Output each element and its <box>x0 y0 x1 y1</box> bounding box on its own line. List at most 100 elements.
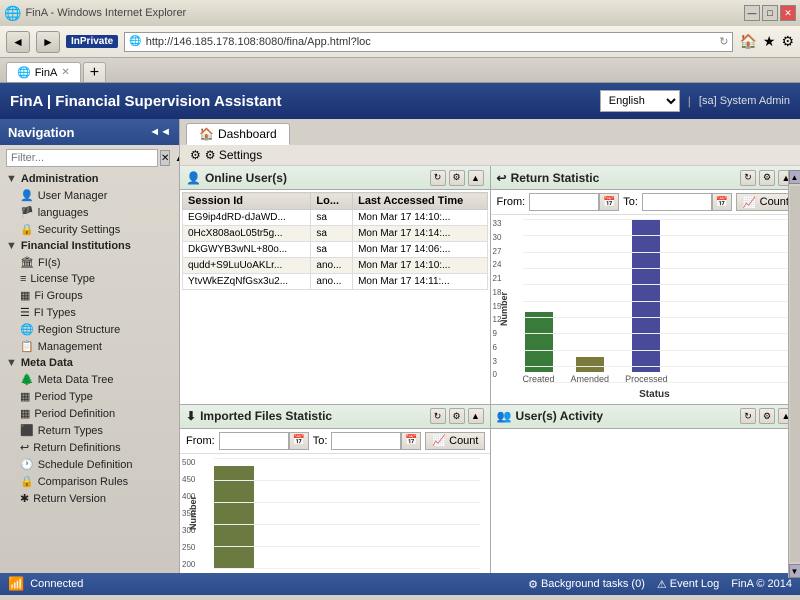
scrollbar-right[interactable]: ▲ ▼ <box>788 170 800 573</box>
panel-refresh-button[interactable]: ↻ <box>430 170 446 186</box>
sidebar-filter-input[interactable] <box>6 149 158 167</box>
content-tabs: 🏠 Dashboard <box>180 119 800 145</box>
panel-refresh-button[interactable]: ↻ <box>430 408 446 424</box>
cell-time: Mon Mar 17 14:11:... <box>353 274 487 290</box>
panel-config-button[interactable]: ⚙ <box>449 170 465 186</box>
event-log-item[interactable]: ⚠ Event Log <box>657 578 719 591</box>
back-button[interactable]: ◄ <box>6 31 30 53</box>
y-axis-label: 0 <box>493 370 515 379</box>
online-users-panel: 👤 Online User(s) ↻ ⚙ ▲ <box>180 166 490 404</box>
sidebar-item-administration[interactable]: ▼ Administration <box>0 171 179 187</box>
cell-lo: sa <box>311 210 353 226</box>
sidebar-item-period-type[interactable]: ▦ Period Type <box>0 388 179 405</box>
address-bar[interactable]: 🌐 http://146.185.178.108:8080/fina/App.h… <box>124 32 733 52</box>
y-axis-label: 250 <box>182 543 210 552</box>
browser-tab-fina[interactable]: 🌐 FinA ✕ <box>6 62 81 82</box>
scroll-thumb[interactable] <box>790 186 800 562</box>
import-to-input[interactable] <box>331 432 401 450</box>
table-row[interactable]: qudd+S9LuUoAKLr... ano... Mon Mar 17 14:… <box>183 258 488 274</box>
sidebar-item-schedule-definition[interactable]: 🕐 Schedule Definition <box>0 456 179 473</box>
sidebar-item-fi-types[interactable]: ☰ FI Types <box>0 304 179 321</box>
panel-scroll-up-button[interactable]: ▲ <box>468 408 484 424</box>
close-button[interactable]: ✕ <box>780 5 796 21</box>
return-from-input[interactable] <box>529 193 599 211</box>
maximize-button[interactable]: □ <box>762 5 778 21</box>
sidebar-item-fis[interactable]: 🏛 FI(s) <box>0 254 179 271</box>
panel-config-button[interactable]: ⚙ <box>449 408 465 424</box>
to-label: To: <box>313 435 328 447</box>
status-left: 📶 Connected <box>8 576 83 592</box>
import-count-button[interactable]: 📈 Count <box>425 432 485 450</box>
tab-dashboard[interactable]: 🏠 Dashboard <box>186 123 290 145</box>
settings-label[interactable]: ⚙ Settings <box>205 148 262 162</box>
table-row[interactable]: YtvWkEZqNfGsx3u2... ano... Mon Mar 17 14… <box>183 274 488 290</box>
sidebar-item-comparison-rules[interactable]: 🔒 Comparison Rules <box>0 473 179 490</box>
sidebar-item-security-settings[interactable]: 🔒 Security Settings <box>0 221 179 238</box>
panel-refresh-button[interactable]: ↻ <box>740 408 756 424</box>
scroll-down-arrow[interactable]: ▼ <box>789 564 800 573</box>
sidebar-item-period-definition[interactable]: ▦ Period Definition <box>0 405 179 422</box>
tools-icon[interactable]: ⚙ <box>781 33 794 50</box>
panel-config-button[interactable]: ⚙ <box>759 170 775 186</box>
y-axis-title: Number <box>499 292 509 326</box>
panel-scroll-up-button[interactable]: ▲ <box>468 170 484 186</box>
return-from-calendar-button[interactable]: 📅 <box>599 193 619 211</box>
sidebar-item-license-type[interactable]: ≡ License Type <box>0 271 179 287</box>
titlebar-left: 🌐 FinA - Windows Internet Explorer <box>4 5 186 22</box>
sidebar-item-financial-institutions[interactable]: ▼ Financial Institutions <box>0 238 179 254</box>
import-bars <box>214 458 480 570</box>
return-statistic-panel: ↩ Return Statistic ↻ ⚙ ▲ From: <box>491 166 800 404</box>
status-right: ⚙ Background tasks (0) ⚠ Event Log FinA … <box>528 578 792 591</box>
language-select[interactable]: English <box>600 90 680 112</box>
sidebar-collapse-button[interactable]: ◄◄ <box>149 126 171 138</box>
minimize-button[interactable]: — <box>744 5 760 21</box>
tab-close-button[interactable]: ✕ <box>61 67 69 78</box>
return-count-button[interactable]: 📈 Count <box>736 193 796 211</box>
import-to-calendar-button[interactable]: 📅 <box>401 432 421 450</box>
import-from-input[interactable] <box>219 432 289 450</box>
sidebar-item-return-version[interactable]: ✱ Return Version <box>0 490 179 507</box>
panel-refresh-button[interactable]: ↻ <box>740 170 756 186</box>
users-icon: 👤 <box>186 171 201 185</box>
cell-time: Mon Mar 17 14:14:... <box>353 226 487 242</box>
x-axis-title: Status <box>639 389 670 400</box>
browser-toolbar: ◄ ► InPrivate 🌐 http://146.185.178.108:8… <box>0 26 800 58</box>
sidebar-item-region-structure[interactable]: 🌐 Region Structure <box>0 321 179 338</box>
bar-amended: Amended <box>571 219 610 384</box>
sidebar-item-fi-groups[interactable]: ▦ Fi Groups <box>0 287 179 304</box>
sidebar-item-return-types[interactable]: ⬛ Return Types <box>0 422 179 439</box>
table-row[interactable]: DkGWYB3wNL+80o... sa Mon Mar 17 14:06:..… <box>183 242 488 258</box>
sidebar-item-meta-data-tree[interactable]: 🌲 Meta Data Tree <box>0 371 179 388</box>
table-row[interactable]: 0HcX808aoL05tr5g... sa Mon Mar 17 14:14:… <box>183 226 488 242</box>
background-tasks-item[interactable]: ⚙ Background tasks (0) <box>528 578 645 591</box>
table-row[interactable]: EG9ip4dRD-dJaWD... sa Mon Mar 17 14:10:.… <box>183 210 488 226</box>
scroll-up-arrow[interactable]: ▲ <box>789 170 800 184</box>
forward-button[interactable]: ► <box>36 31 60 53</box>
col-last-accessed: Last Accessed Time <box>353 193 487 210</box>
favorites-icon[interactable]: ★ <box>763 33 776 50</box>
refresh-icon[interactable]: ↻ <box>719 35 728 48</box>
period-def-icon: ▦ <box>20 407 30 420</box>
sidebar-item-label: Meta Data <box>21 357 73 369</box>
sidebar-item-languages[interactable]: 🏴 languages <box>0 204 179 221</box>
return-to-input[interactable] <box>642 193 712 211</box>
background-tasks-label: Background tasks (0) <box>541 578 645 590</box>
sidebar-item-management[interactable]: 📋 Management <box>0 338 179 355</box>
user-activity-panel: 👥 User(s) Activity ↻ ⚙ ▲ <box>491 405 800 574</box>
import-from-calendar-button[interactable]: 📅 <box>289 432 309 450</box>
sidebar-item-label: Security Settings <box>38 224 121 236</box>
return-stat-title: ↩ Return Statistic <box>497 171 600 185</box>
home-icon[interactable]: 🏠 <box>739 33 756 50</box>
sidebar-item-return-definitions[interactable]: ↩ Return Definitions <box>0 439 179 456</box>
filter-clear-button[interactable]: ✕ <box>160 150 170 166</box>
sidebar-item-user-manager[interactable]: 👤 User Manager <box>0 187 179 204</box>
cell-lo: ano... <box>311 258 353 274</box>
main-content: 🏠 Dashboard ⚙ ⚙ Settings 👤 <box>180 119 800 573</box>
new-tab-button[interactable]: + <box>83 62 106 82</box>
sidebar-item-meta-data[interactable]: ▼ Meta Data <box>0 355 179 371</box>
return-to-calendar-button[interactable]: 📅 <box>712 193 732 211</box>
cell-lo: ano... <box>311 274 353 290</box>
sidebar-scroll[interactable]: ▼ Administration 👤 User Manager 🏴 langua… <box>0 171 179 573</box>
panel-config-button[interactable]: ⚙ <box>759 408 775 424</box>
y-axis-label: 450 <box>182 475 210 484</box>
